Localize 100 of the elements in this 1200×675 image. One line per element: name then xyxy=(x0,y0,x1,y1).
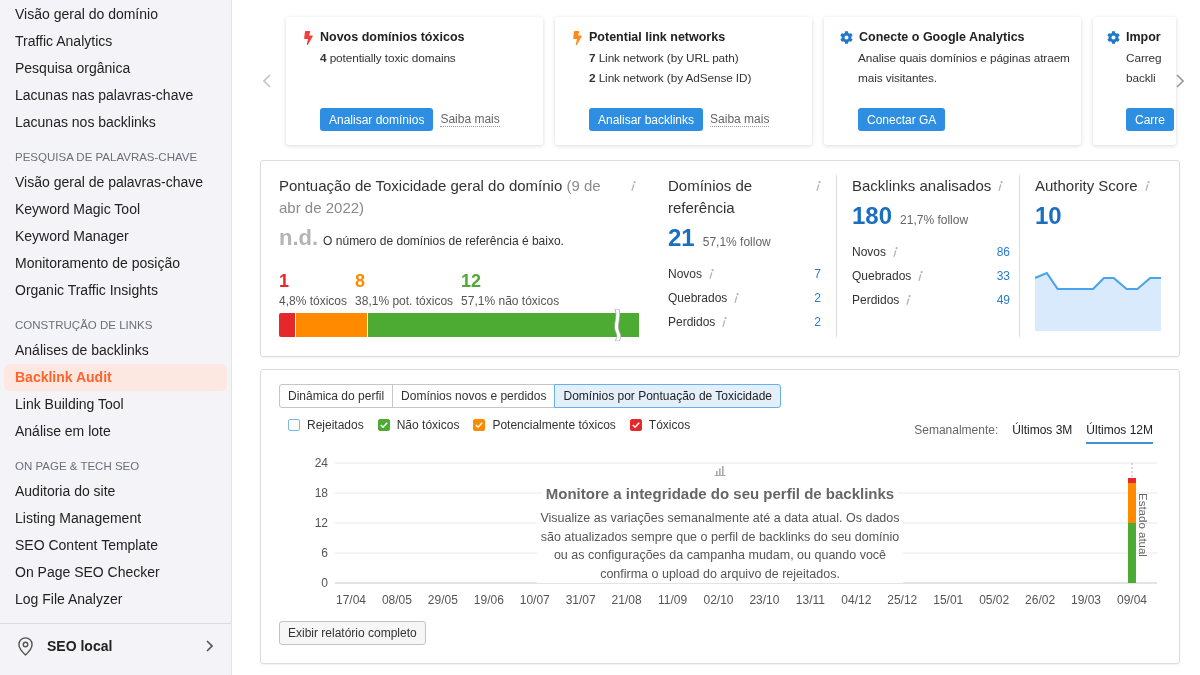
info-icon[interactable] xyxy=(709,269,714,279)
sidebar-item[interactable]: Pesquisa orgânica xyxy=(4,55,227,82)
sidebar-item[interactable]: Visão geral de palavras-chave xyxy=(4,169,227,196)
axis-label: 6 xyxy=(321,546,328,560)
row-value[interactable]: 86 xyxy=(996,243,1010,261)
sidebar-item[interactable]: Auditoria do site xyxy=(4,478,227,505)
row-label: Perdidos xyxy=(852,292,900,309)
info-icon[interactable] xyxy=(734,293,740,303)
empty-state-title: Monitore a integridade do seu perfil de backlinks xyxy=(541,485,899,503)
metric-title: Domínios de referência xyxy=(668,176,754,218)
axis-label: 02/10 xyxy=(703,593,734,607)
count-value: 1 xyxy=(279,270,290,292)
info-icon[interactable] xyxy=(816,181,821,191)
info-icon[interactable] xyxy=(722,317,728,327)
count-label: 57,1% não tóxicos xyxy=(461,293,560,310)
sidebar-item[interactable]: Lacunas nas palavras-chave xyxy=(4,82,227,109)
checkbox[interactable] xyxy=(377,419,390,431)
row-label: Perdidos xyxy=(668,314,716,331)
chevron-right-icon[interactable] xyxy=(1176,74,1184,88)
sidebar-item[interactable]: Link Building Tool xyxy=(4,391,227,418)
card-text: Analise quais domínios e páginas atraem mais visitantes. xyxy=(858,50,1071,87)
axis-label: 04/12 xyxy=(841,593,872,607)
tab[interactable]: Domínios novos e perdidos xyxy=(392,384,556,408)
sidebar-item[interactable]: SEO Content Template xyxy=(4,532,227,559)
row-label: Novos xyxy=(852,244,886,261)
axis-label: 12 xyxy=(314,516,328,530)
tab[interactable]: Domínios por Pontuação de Toxicidade xyxy=(554,384,782,408)
legend-label: Tóxicos xyxy=(648,417,691,434)
axis-label: 24 xyxy=(314,456,328,470)
score-note: O número de domínios de referência é baixo. xyxy=(323,233,564,250)
sidebar-item[interactable]: Análises de backlinks xyxy=(4,337,227,364)
card-title: Potential link networks xyxy=(589,29,726,47)
score-value: n.d. xyxy=(279,225,319,251)
sidebar-section-heading: PESQUISA DE PALAVRAS-CHAVE xyxy=(15,150,198,166)
checkbox[interactable] xyxy=(473,419,486,431)
tab[interactable]: Dinâmica do perfil xyxy=(279,384,394,408)
sidebar-item[interactable]: Visão geral do domínio xyxy=(4,1,227,28)
row-value[interactable]: 7 xyxy=(814,265,825,283)
info-icon[interactable] xyxy=(998,181,1004,191)
sidebar-group-item[interactable]: SEO local xyxy=(0,624,231,668)
row-value[interactable]: 49 xyxy=(996,291,1010,309)
sidebar-item[interactable]: Log File Analyzer xyxy=(4,586,227,613)
checkbox[interactable] xyxy=(629,419,642,431)
chevron-right-icon xyxy=(206,640,213,652)
row-value[interactable]: 2 xyxy=(814,313,825,331)
card-title: Impor xyxy=(1126,29,1161,47)
range-option[interactable]: Últimos 12M xyxy=(1086,421,1153,444)
annotation-label: Estado atual xyxy=(1137,493,1149,557)
row-label: Quebrados xyxy=(852,268,912,285)
location-pin-icon xyxy=(18,636,33,656)
sidebar-item[interactable]: Monitoramento de posição xyxy=(4,250,227,277)
sidebar-item[interactable]: Keyword Magic Tool xyxy=(4,196,227,223)
checkmark-icon xyxy=(379,422,388,428)
info-icon[interactable] xyxy=(918,271,924,281)
axis-label: 25/12 xyxy=(887,593,918,607)
count-label: 4,8% tóxicos xyxy=(279,293,348,310)
axis-label: 15/01 xyxy=(933,593,964,607)
metric-title: Authority Score xyxy=(1035,176,1138,196)
metric-subtitle: 57,1% follow xyxy=(702,234,771,251)
card-text: 4 potentially toxic domains xyxy=(320,50,457,67)
row-label: Novos xyxy=(668,266,702,283)
checkmark-icon xyxy=(475,422,484,428)
range-option[interactable]: Últimos 3M xyxy=(1012,421,1073,444)
row-value[interactable]: 33 xyxy=(996,267,1010,285)
sidebar-item[interactable]: On Page SEO Checker xyxy=(4,559,227,586)
sidebar-item[interactable]: Listing Management xyxy=(4,505,227,532)
info-icon[interactable] xyxy=(906,295,912,305)
axis-label: 08/05 xyxy=(381,593,412,607)
learn-more-link[interactable]: Saiba mais xyxy=(710,112,770,127)
sidebar-item[interactable]: Lacunas nos backlinks xyxy=(4,109,227,136)
sidebar-section-heading: CONSTRUÇÃO DE LINKS xyxy=(15,318,153,334)
bar-chart-icon xyxy=(714,465,726,476)
axis-label: 26/02 xyxy=(1025,593,1056,607)
metric-value: 21 xyxy=(668,224,695,252)
axis-label: 05/02 xyxy=(979,593,1010,607)
row-value[interactable]: 2 xyxy=(814,289,825,307)
sidebar-section-heading: ON PAGE & TECH SEO xyxy=(15,459,140,475)
info-icon[interactable] xyxy=(893,247,898,257)
learn-more-link[interactable]: Saiba mais xyxy=(440,112,500,127)
sidebar-item[interactable]: Keyword Manager xyxy=(4,223,227,250)
row-label: Quebrados xyxy=(668,290,728,307)
axis-label: 11/09 xyxy=(658,593,688,607)
chevron-left-icon[interactable] xyxy=(263,74,271,88)
checkbox[interactable] xyxy=(288,419,300,431)
sidebar-item[interactable]: Traffic Analytics xyxy=(4,28,227,55)
card-text: 2 Link network (by AdSense ID) xyxy=(589,70,753,87)
metric-subtitle: 21,7% follow xyxy=(900,212,969,229)
axis-label: 13/11 xyxy=(795,593,825,607)
info-icon[interactable] xyxy=(631,181,636,191)
count-value: 12 xyxy=(461,270,483,292)
full-report-button[interactable]: Exibir relatório completo xyxy=(279,621,426,645)
sidebar-item[interactable]: Organic Traffic Insights xyxy=(4,277,227,304)
card-title: Novos domínios tóxicos xyxy=(320,29,465,47)
info-icon[interactable] xyxy=(1144,181,1150,191)
axis-label: 29/05 xyxy=(427,593,458,607)
axis-label: 18 xyxy=(314,486,328,500)
sidebar-item[interactable]: Análise em lote xyxy=(4,418,227,445)
axis-label: 0 xyxy=(321,576,328,590)
count-label: 38,1% pot. tóxicos xyxy=(355,293,454,310)
axis-break-icon xyxy=(612,309,622,341)
